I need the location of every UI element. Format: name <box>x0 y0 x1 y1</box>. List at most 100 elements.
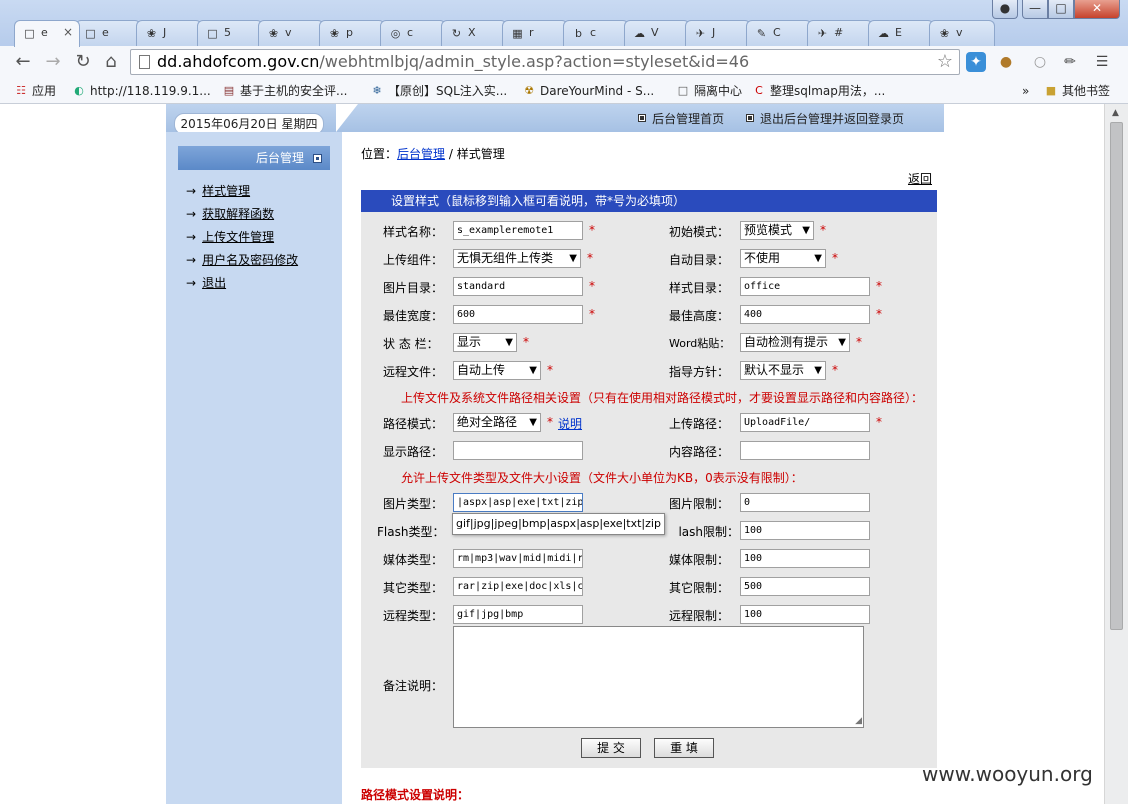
other-bookmarks-folder[interactable]: ■ 其他书签 <box>1044 82 1110 100</box>
crumb-link-admin[interactable]: 后台管理 <box>397 147 445 161</box>
required-mark: * <box>856 335 862 349</box>
menu-icon[interactable]: ☰ <box>1092 52 1112 72</box>
scrollbar-thumb[interactable] <box>1110 122 1123 630</box>
flash-limit-input[interactable]: 100 <box>740 521 870 540</box>
browser-tab[interactable]: □ e × <box>14 20 80 47</box>
reset-button[interactable]: 重 填 <box>654 738 714 758</box>
upload-path-input[interactable]: UploadFile/ <box>740 413 870 432</box>
autocomplete-suggestion[interactable]: gif|jpg|jpeg|bmp|aspx|asp|exe|txt|zip <box>452 513 665 535</box>
browser-tab[interactable]: ☁ E <box>868 20 934 46</box>
bookmark-item[interactable]: ◐ http://118.119.9.1... <box>72 82 211 100</box>
page-scrollbar[interactable]: ▲ <box>1104 104 1128 804</box>
browser-tab[interactable]: ❀ v <box>929 20 995 46</box>
image-type-input[interactable]: |aspx|asp|exe|txt|zip <box>453 493 583 512</box>
remark-textarea[interactable]: ◢ <box>453 626 864 728</box>
pen-extension-icon[interactable]: ✏ <box>1060 52 1080 72</box>
browser-tab[interactable]: ❀ p <box>319 20 385 46</box>
other-limit-input[interactable]: 500 <box>740 577 870 596</box>
remote-file-value: 自动上传 <box>457 363 506 377</box>
path-mode-select[interactable]: 绝对全路径 ▼ <box>453 413 541 432</box>
upload-comp-select[interactable]: 无惧无组件上传类 ▼ <box>453 249 581 268</box>
word-paste-select[interactable]: 自动检测有提示 ▼ <box>740 333 850 352</box>
bookmark-item[interactable]: C 整理sqlmap用法，... <box>752 82 885 100</box>
browser-tab[interactable]: ❀ v <box>258 20 324 46</box>
init-mode-select[interactable]: 预览模式 ▼ <box>740 221 814 240</box>
form-title: 设置样式（鼠标移到输入框可看说明，带*号为必填项） <box>361 190 937 212</box>
tab-title: c <box>590 26 597 39</box>
browser-tab[interactable]: □ e <box>75 20 141 46</box>
bookmark-item[interactable]: ☢ DareYourMind - S... <box>522 82 654 100</box>
scroll-up-arrow-icon[interactable]: ▲ <box>1112 108 1119 118</box>
bookmarks-more-button[interactable]: » <box>1022 82 1029 100</box>
tab-title: X <box>468 26 476 39</box>
bookmark-item[interactable]: □ 隔离中心 <box>676 82 742 100</box>
sidebar-link-get-function[interactable]: 获取解释函数 <box>202 207 274 221</box>
content-path-input[interactable] <box>740 441 870 460</box>
minimize-button[interactable]: — <box>1022 0 1048 19</box>
bookmark-item[interactable]: ▤ 基于主机的安全评... <box>222 82 348 100</box>
browser-tab[interactable]: ↻ X <box>441 20 507 46</box>
cookie-icon[interactable]: ● <box>996 52 1016 72</box>
chrome-icon: ◎ <box>390 27 401 40</box>
remote-limit-input[interactable]: 100 <box>740 605 870 624</box>
guide-value: 默认不显示 <box>744 363 805 377</box>
path-settings-note: 上传文件及系统文件路径相关设置（只有在使用相对路径模式时，才要设置显示路径和内容… <box>401 391 924 405</box>
media-type-input[interactable]: rm|mp3|wav|mid|midi|r <box>453 549 583 568</box>
browser-tab[interactable]: ☁ V <box>624 20 690 46</box>
collapse-icon[interactable] <box>313 154 322 163</box>
browser-tab[interactable]: ✈ J <box>685 20 751 46</box>
display-path-input[interactable] <box>453 441 583 460</box>
image-limit-input[interactable]: 0 <box>740 493 870 512</box>
page-icon: □ <box>85 27 96 40</box>
path-mode-help-link[interactable]: 说明 <box>558 415 582 432</box>
browser-tab[interactable]: □ 5 <box>197 20 263 46</box>
best-height-label: 最佳高度： <box>669 309 730 323</box>
maximize-button[interactable]: □ <box>1048 0 1074 19</box>
back-arrow-icon[interactable]: ← <box>12 52 34 74</box>
bookmark-star-icon[interactable]: ☆ <box>937 50 953 74</box>
browser-tab[interactable]: bc <box>563 20 629 46</box>
submit-button[interactable]: 提 交 <box>581 738 641 758</box>
browser-tab[interactable]: ✎ C <box>746 20 812 46</box>
back-link[interactable]: 返回 <box>908 170 932 187</box>
remote-file-select[interactable]: 自动上传 ▼ <box>453 361 541 380</box>
browser-tab[interactable]: ❀ J <box>136 20 202 46</box>
forward-arrow-icon[interactable]: → <box>42 52 64 74</box>
dropdown-arrow-icon: ▼ <box>529 365 537 376</box>
best-width-input[interactable]: 600 <box>453 305 583 324</box>
circle-extension-icon[interactable]: ○ <box>1030 52 1050 72</box>
close-tab-icon[interactable]: × <box>63 25 73 39</box>
extension-icon[interactable]: ✦ <box>966 52 986 72</box>
sidebar-link-password[interactable]: 用户名及密码修改 <box>202 253 298 267</box>
best-height-input[interactable]: 400 <box>740 305 870 324</box>
guide-select[interactable]: 默认不显示 ▼ <box>740 361 826 380</box>
logout-link[interactable]: 退出后台管理并返回登录页 <box>745 112 904 126</box>
bookmark-item[interactable]: ☷ 应用 <box>14 82 56 100</box>
close-window-button[interactable]: ✕ <box>1074 0 1120 19</box>
tab-title: V <box>651 26 659 39</box>
user-profile-button[interactable]: ● <box>992 0 1018 19</box>
browser-tab[interactable]: ▦ r <box>502 20 568 46</box>
style-dir-input[interactable]: office <box>740 277 870 296</box>
home-icon[interactable]: ⌂ <box>100 52 122 74</box>
reload-icon[interactable]: ↻ <box>72 52 94 74</box>
style-name-input[interactable]: s_exampleremote1 <box>453 221 583 240</box>
auto-dir-select[interactable]: 不使用 ▼ <box>740 249 826 268</box>
status-bar-select[interactable]: 显示 ▼ <box>453 333 517 352</box>
sidebar-link-logout[interactable]: 退出 <box>202 276 226 290</box>
other-type-input[interactable]: rar|zip|exe|doc|xls|c <box>453 577 583 596</box>
resize-grip-icon[interactable]: ◢ <box>855 716 862 726</box>
bookmark-item[interactable]: ❄ 【原创】SQL注入实... <box>370 82 507 100</box>
remote-type-input[interactable]: gif|jpg|bmp <box>453 605 583 624</box>
sidebar-header[interactable]: 后台管理 <box>178 146 330 170</box>
browser-tab[interactable]: ✈ # <box>807 20 873 46</box>
arrow-right-icon: → <box>186 184 197 198</box>
crumb-prefix: 位置： <box>361 147 398 161</box>
address-bar[interactable]: dd.ahdofcom.gov.cn/webhtmlbjq/admin_styl… <box>130 49 960 75</box>
sidebar-link-style-manage[interactable]: 样式管理 <box>202 184 250 198</box>
image-dir-input[interactable]: standard <box>453 277 583 296</box>
media-limit-input[interactable]: 100 <box>740 549 870 568</box>
admin-home-link[interactable]: 后台管理首页 <box>638 112 724 126</box>
sidebar-link-upload-manage[interactable]: 上传文件管理 <box>202 230 274 244</box>
browser-tab[interactable]: ◎ c <box>380 20 446 46</box>
